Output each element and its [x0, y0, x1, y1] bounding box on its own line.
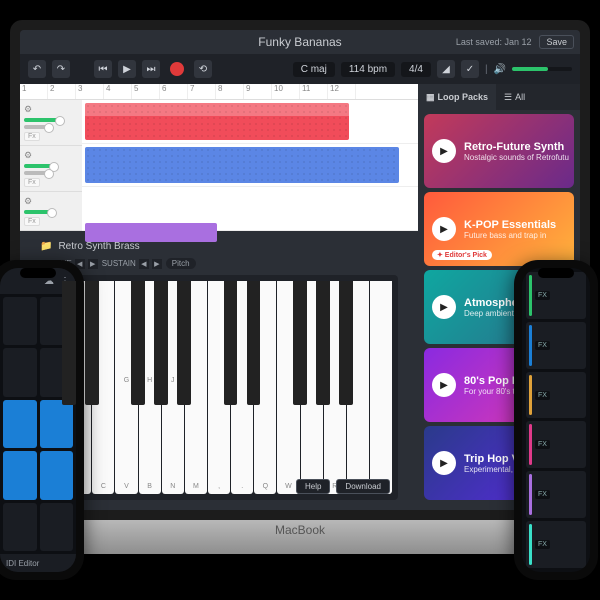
- timeline-ruler[interactable]: 123456789101112: [20, 84, 418, 100]
- key-display[interactable]: C maj: [293, 62, 335, 77]
- help-button[interactable]: Help: [296, 479, 330, 494]
- tuner-button[interactable]: ✓: [461, 60, 479, 78]
- pad[interactable]: [3, 297, 37, 345]
- black-key[interactable]: [154, 281, 168, 405]
- master-volume[interactable]: [512, 67, 572, 71]
- track-volume[interactable]: [24, 164, 56, 168]
- black-key[interactable]: [316, 281, 330, 405]
- redo-button[interactable]: ↷: [52, 60, 70, 78]
- play-icon[interactable]: ▶: [432, 217, 456, 241]
- track-pan[interactable]: [24, 171, 51, 175]
- pad[interactable]: [3, 348, 37, 396]
- track-header-2[interactable]: ⚙ Fx: [20, 146, 82, 192]
- black-key[interactable]: [339, 281, 353, 405]
- mixer-channel[interactable]: FX: [526, 471, 586, 518]
- black-key[interactable]: [247, 281, 261, 405]
- editors-pick-badge: ✦ Editor's Pick: [432, 250, 492, 260]
- record-button[interactable]: [166, 62, 188, 76]
- pack-title: K-POP Essentials: [464, 219, 566, 231]
- octave-up[interactable]: ▶: [88, 259, 98, 269]
- loop-button[interactable]: ⟲: [194, 60, 212, 78]
- skip-end-button[interactable]: ⏭: [142, 60, 160, 78]
- laptop-base: MacBook: [10, 520, 590, 554]
- pitch-button[interactable]: Pitch: [166, 258, 196, 269]
- black-key[interactable]: [85, 281, 99, 405]
- tab-all[interactable]: ☰ All: [496, 84, 533, 110]
- pad[interactable]: [40, 451, 74, 499]
- fx-button[interactable]: Fx: [24, 217, 40, 226]
- pad[interactable]: [40, 503, 74, 551]
- sustain-up[interactable]: ▶: [152, 259, 162, 269]
- play-icon[interactable]: ▶: [432, 451, 456, 475]
- fx-button[interactable]: Fx: [24, 178, 40, 187]
- gear-icon[interactable]: ⚙: [24, 104, 32, 115]
- pad[interactable]: [3, 451, 37, 499]
- loop-pack-card[interactable]: ▶ Retro-Future Synth Nostalgic sounds of…: [424, 114, 574, 188]
- fx-button[interactable]: Fx: [24, 132, 40, 141]
- skip-start-button[interactable]: ⏮: [94, 60, 112, 78]
- pad[interactable]: [3, 400, 37, 448]
- last-saved: Last saved: Jan 12: [456, 37, 532, 47]
- phone-right: FX FX FX FX FX FX: [514, 260, 598, 580]
- mixer-channel[interactable]: FX: [526, 372, 586, 419]
- pack-title: Retro-Future Synth: [464, 141, 566, 153]
- black-key[interactable]: [131, 281, 145, 405]
- undo-button[interactable]: ↶: [28, 60, 46, 78]
- instrument-name[interactable]: Retro Synth Brass: [58, 241, 139, 252]
- transport-bar: ↶ ↷ ⏮ ▶ ⏭ ⟲ C maj 114 bpm 4/4 ◢ ✓ | 🔊: [20, 54, 580, 84]
- sustain-control[interactable]: SUSTAIN ◀ ▶: [102, 259, 162, 269]
- track-header-1[interactable]: ⚙ Fx: [20, 100, 82, 146]
- metronome-button[interactable]: ◢: [437, 60, 455, 78]
- mixer-app: FX FX FX FX FX FX: [522, 268, 590, 572]
- piano-keyboard[interactable]: SZDXCGVHBJNM,.QWERTY Help Download: [40, 275, 398, 500]
- gear-icon[interactable]: ⚙: [24, 150, 32, 161]
- pad[interactable]: [3, 503, 37, 551]
- tempo-display[interactable]: 114 bpm: [341, 62, 395, 77]
- clip-track-1[interactable]: [85, 103, 349, 140]
- pad[interactable]: [40, 400, 74, 448]
- pack-subtitle: Nostalgic sounds of Retrofutu: [464, 153, 566, 162]
- mixer-channel[interactable]: FX: [526, 421, 586, 468]
- play-button[interactable]: ▶: [118, 60, 136, 78]
- folder-icon: 📁: [40, 241, 52, 252]
- speaker-icon: 🔊: [494, 64, 506, 75]
- track-headers: ⚙ Fx ⚙ Fx: [20, 100, 82, 231]
- track-header-3[interactable]: ⚙ Fx: [20, 192, 82, 231]
- black-key[interactable]: [62, 281, 76, 405]
- tab-loop-packs[interactable]: ▦ Loop Packs: [418, 84, 496, 110]
- laptop-frame: Funky Bananas Last saved: Jan 12 Save ↶ …: [10, 20, 590, 580]
- track-volume[interactable]: [24, 210, 54, 214]
- titlebar: Funky Bananas Last saved: Jan 12 Save: [20, 30, 580, 54]
- mixer-channel[interactable]: FX: [526, 521, 586, 568]
- pack-subtitle: Future bass and trap in: [464, 231, 566, 240]
- clip-track-3[interactable]: [85, 223, 217, 241]
- footer-label[interactable]: IDI Editor: [6, 559, 39, 568]
- play-icon[interactable]: ▶: [432, 373, 456, 397]
- loop-pack-card[interactable]: ▶ K-POP Essentials Future bass and trap …: [424, 192, 574, 266]
- download-button[interactable]: Download: [336, 479, 390, 494]
- play-icon[interactable]: ▶: [432, 295, 456, 319]
- sustain-down[interactable]: ◀: [139, 259, 149, 269]
- gear-icon[interactable]: ⚙: [24, 196, 32, 207]
- clip-track-2[interactable]: [85, 147, 399, 184]
- black-key[interactable]: [177, 281, 191, 405]
- black-key[interactable]: [224, 281, 238, 405]
- screen-bezel: Funky Bananas Last saved: Jan 12 Save ↶ …: [10, 20, 590, 520]
- save-button[interactable]: Save: [539, 35, 574, 49]
- timesig-display[interactable]: 4/4: [401, 62, 431, 77]
- track-pan[interactable]: [24, 125, 51, 129]
- mixer-channel[interactable]: FX: [526, 322, 586, 369]
- mixer-channel[interactable]: FX: [526, 272, 586, 319]
- black-key[interactable]: [293, 281, 307, 405]
- daw-app: Funky Bananas Last saved: Jan 12 Save ↶ …: [20, 30, 580, 510]
- play-icon[interactable]: ▶: [432, 139, 456, 163]
- clip-area[interactable]: [82, 100, 418, 231]
- project-title: Funky Bananas: [258, 35, 341, 49]
- track-volume[interactable]: [24, 118, 62, 122]
